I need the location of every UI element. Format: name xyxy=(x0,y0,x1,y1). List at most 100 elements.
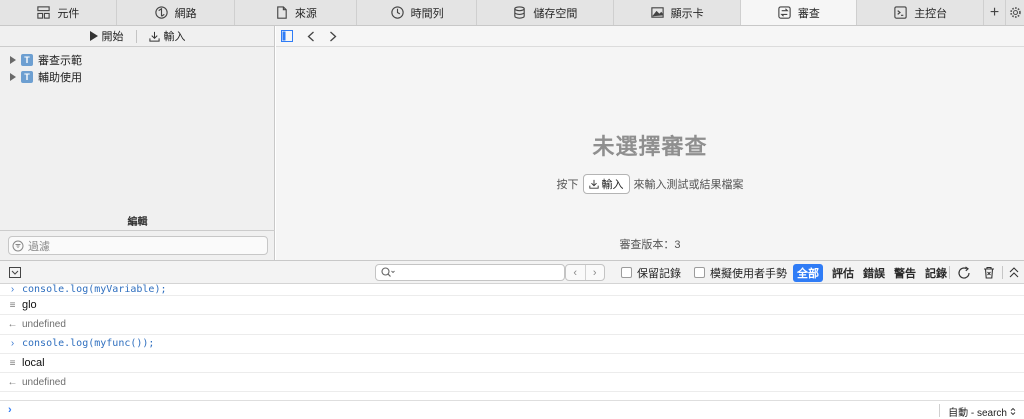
trash-icon xyxy=(984,266,994,279)
tab-label: 時間列 xyxy=(410,7,444,20)
start-button[interactable]: 開始 xyxy=(89,28,124,44)
tab-console[interactable]: 主控台 xyxy=(857,0,985,25)
console-result: undefined xyxy=(22,318,66,330)
elements-icon xyxy=(37,6,51,19)
import-icon xyxy=(588,179,599,189)
audit-icon xyxy=(778,6,791,19)
tab-bar: 元件 網路 來源 時間列 儲存空間 顯示卡 審查 主控台 + xyxy=(0,0,1024,26)
audit-sidebar: 開始 輸入 T 審查示範 T 輔助使用 編輯 過濾 xyxy=(0,26,275,260)
console-collapse-button[interactable] xyxy=(9,261,21,284)
console-level-filters: 全部 評估 錯誤 警告 記錄 xyxy=(793,263,947,282)
preserve-log-label: 保留記錄 xyxy=(637,267,681,280)
forward-arrow-icon[interactable] xyxy=(329,31,337,42)
plus-icon: + xyxy=(989,3,1000,21)
checkbox-box[interactable] xyxy=(621,267,632,278)
tab-label: 審查 xyxy=(797,7,820,20)
reload-button[interactable] xyxy=(957,261,971,284)
tab-sources[interactable]: 來源 xyxy=(235,0,358,25)
tab-graphics[interactable]: 顯示卡 xyxy=(614,0,741,25)
filter-input[interactable]: 過濾 xyxy=(8,236,268,255)
toolbar-divider xyxy=(135,29,137,43)
settings-button[interactable] xyxy=(1006,0,1024,25)
test-group-icon: T xyxy=(21,70,33,83)
audit-version: 審查版本：3 xyxy=(619,239,681,251)
gear-icon xyxy=(1009,7,1021,18)
filter-bar: 過濾 xyxy=(0,230,275,260)
prompt-chevron-icon: › xyxy=(8,404,12,416)
console-search-input[interactable] xyxy=(375,264,565,281)
hint-suffix: 來輸入測試或結果檔案 xyxy=(633,179,744,191)
console-row-output[interactable]: ≡ glo xyxy=(0,296,1024,316)
filter-errors-button[interactable]: 錯誤 xyxy=(863,265,885,281)
filter-warnings-button[interactable]: 警告 xyxy=(894,265,916,281)
emulate-user-gesture-checkbox[interactable]: 模擬使用者手勢 xyxy=(694,261,787,284)
collapse-drawer-icon xyxy=(9,267,21,278)
prompt-divider xyxy=(939,404,940,417)
disclosure-triangle-icon[interactable] xyxy=(10,55,16,64)
search-previous-button[interactable]: ‹ xyxy=(566,265,585,280)
console-row-result[interactable]: ← undefined xyxy=(0,373,1024,393)
console-output: local xyxy=(22,357,45,370)
sources-icon xyxy=(277,6,287,19)
import-inline-button[interactable]: 輸入 xyxy=(582,174,630,194)
filter-all-button[interactable]: 全部 xyxy=(793,263,823,282)
search-navigation: ‹ › xyxy=(565,264,605,281)
filter-evaluations-button[interactable]: 評估 xyxy=(832,265,854,281)
preserve-log-checkbox[interactable]: 保留記錄 xyxy=(621,261,681,284)
tree-item-audit-demo[interactable]: T 審查示範 xyxy=(0,51,274,68)
console-row-input[interactable]: › console.log(myVariable); xyxy=(0,284,1024,296)
import-label: 輸入 xyxy=(163,31,186,43)
tab-label: 儲存空間 xyxy=(533,7,578,20)
execution-context-label: 自動 - search xyxy=(948,408,1007,419)
checkbox-box[interactable] xyxy=(694,267,705,278)
disclosure-triangle-icon[interactable] xyxy=(10,72,16,81)
filter-icon xyxy=(12,240,24,251)
log-message-icon: ≡ xyxy=(9,357,16,369)
play-icon xyxy=(89,31,98,41)
storage-icon xyxy=(514,6,526,19)
back-arrow-icon[interactable] xyxy=(307,31,315,42)
hint-prefix: 按下 xyxy=(556,179,579,191)
prompt-chevron-icon: › xyxy=(10,284,15,295)
tab-label: 網路 xyxy=(174,7,197,20)
emulate-user-gesture-label: 模擬使用者手勢 xyxy=(710,267,787,280)
tab-network[interactable]: 網路 xyxy=(117,0,235,25)
clear-console-button[interactable] xyxy=(983,261,995,284)
tab-label: 來源 xyxy=(294,7,317,20)
select-arrows-icon xyxy=(1010,407,1016,416)
prompt-chevron-icon: › xyxy=(10,338,15,350)
add-tab-button[interactable]: + xyxy=(984,0,1007,25)
timelines-icon xyxy=(390,6,404,19)
search-next-button[interactable]: › xyxy=(584,265,605,280)
empty-state-title: 未選擇審查 xyxy=(592,134,708,159)
result-arrow-icon: ← xyxy=(7,376,18,388)
execution-context-select[interactable]: 自動 - search xyxy=(948,404,1016,419)
console-row-result[interactable]: ← undefined xyxy=(0,315,1024,335)
maximize-console-button[interactable] xyxy=(1009,261,1019,284)
tab-audit[interactable]: 審查 xyxy=(740,0,858,25)
toggle-sidebar-icon[interactable] xyxy=(281,30,293,42)
tab-storage[interactable]: 儲存空間 xyxy=(477,0,614,25)
audit-content: 未選擇審查 按下 輸入 來輸入測試或結果檔案 審查版本：3 xyxy=(276,26,1024,260)
console-output: glo xyxy=(22,299,37,312)
tree-item-accessibility[interactable]: T 輔助使用 xyxy=(0,68,274,85)
edit-button[interactable]: 編輯 xyxy=(0,213,275,228)
graphics-icon xyxy=(650,7,664,18)
empty-state-hint: 按下 輸入 來輸入測試或結果檔案 xyxy=(276,174,1024,194)
console-row-output[interactable]: ≡ local xyxy=(0,354,1024,374)
chevron-left-icon: ‹ xyxy=(573,266,578,279)
test-group-icon: T xyxy=(21,53,33,66)
tab-elements[interactable]: 元件 xyxy=(0,0,117,25)
import-button[interactable]: 輸入 xyxy=(148,28,186,44)
tab-label: 主控台 xyxy=(914,7,948,20)
tab-timelines[interactable]: 時間列 xyxy=(357,0,478,25)
console-icon xyxy=(894,6,907,19)
console-result: undefined xyxy=(22,376,66,388)
console-row-input[interactable]: › console.log(myfunc()); xyxy=(0,335,1024,354)
console-prompt[interactable]: › 自動 - search xyxy=(0,400,1024,419)
chevron-right-icon: › xyxy=(592,266,597,279)
toolbar-divider xyxy=(1002,266,1003,279)
filter-logs-button[interactable]: 記錄 xyxy=(925,265,947,281)
console-command: console.log(myfunc()); xyxy=(22,338,155,350)
toolbar-divider xyxy=(949,266,950,279)
